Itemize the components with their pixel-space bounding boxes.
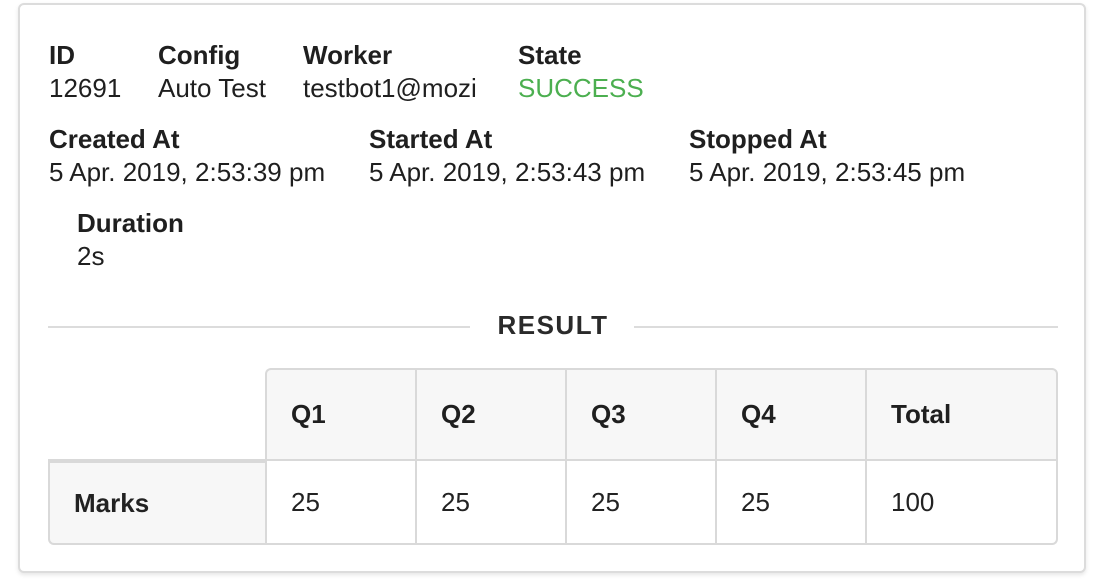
column-header-q4: Q4 (715, 368, 865, 461)
state-label: State (518, 40, 582, 70)
cell-total: 100 (865, 461, 1058, 545)
duration-label: Duration (77, 208, 184, 238)
stopped-at-field: Stopped At 5 Apr. 2019, 2:53:45 pm (689, 126, 965, 185)
header-corner (48, 368, 265, 461)
created-at-field: Created At 5 Apr. 2019, 2:53:39 pm (49, 126, 325, 185)
created-at-value: 5 Apr. 2019, 2:53:39 pm (49, 157, 326, 187)
config-value: Auto Test (158, 73, 266, 103)
column-header-q3: Q3 (565, 368, 715, 461)
table-row: Marks 25 25 25 25 100 (48, 461, 1058, 545)
column-header-total: Total (865, 368, 1058, 461)
id-field: ID 12691 (49, 42, 121, 101)
started-at-value: 5 Apr. 2019, 2:53:43 pm (369, 157, 646, 187)
config-field: Config Auto Test (158, 42, 266, 101)
column-header-q2: Q2 (415, 368, 565, 461)
result-divider: RESULT (48, 308, 1058, 346)
divider-line-right (634, 326, 1058, 328)
duration-value: 2s (77, 241, 105, 271)
worker-field: Worker testbot1@mozi (303, 42, 477, 101)
created-at-label: Created At (49, 124, 180, 154)
result-table: Q1 Q2 Q3 Q4 Total Marks 25 25 25 25 100 (48, 368, 1058, 545)
started-at-field: Started At 5 Apr. 2019, 2:53:43 pm (369, 126, 645, 185)
config-label: Config (158, 40, 241, 70)
column-header-q1: Q1 (265, 368, 415, 461)
result-header-row: Q1 Q2 Q3 Q4 Total (48, 368, 1058, 461)
state-value: SUCCESS (518, 73, 644, 103)
worker-value: testbot1@mozi (303, 73, 477, 103)
started-at-label: Started At (369, 124, 493, 154)
cell-q3: 25 (565, 461, 715, 545)
stopped-at-value: 5 Apr. 2019, 2:53:45 pm (689, 157, 966, 187)
row-header-marks: Marks (48, 461, 265, 545)
duration-field: Duration 2s (77, 210, 184, 269)
stopped-at-label: Stopped At (689, 124, 827, 154)
cell-q4: 25 (715, 461, 865, 545)
cell-q2: 25 (415, 461, 565, 545)
state-field: State SUCCESS (518, 42, 644, 101)
id-label: ID (49, 40, 75, 70)
worker-label: Worker (303, 40, 393, 70)
id-value: 12691 (49, 73, 122, 103)
cell-q1: 25 (265, 461, 415, 545)
